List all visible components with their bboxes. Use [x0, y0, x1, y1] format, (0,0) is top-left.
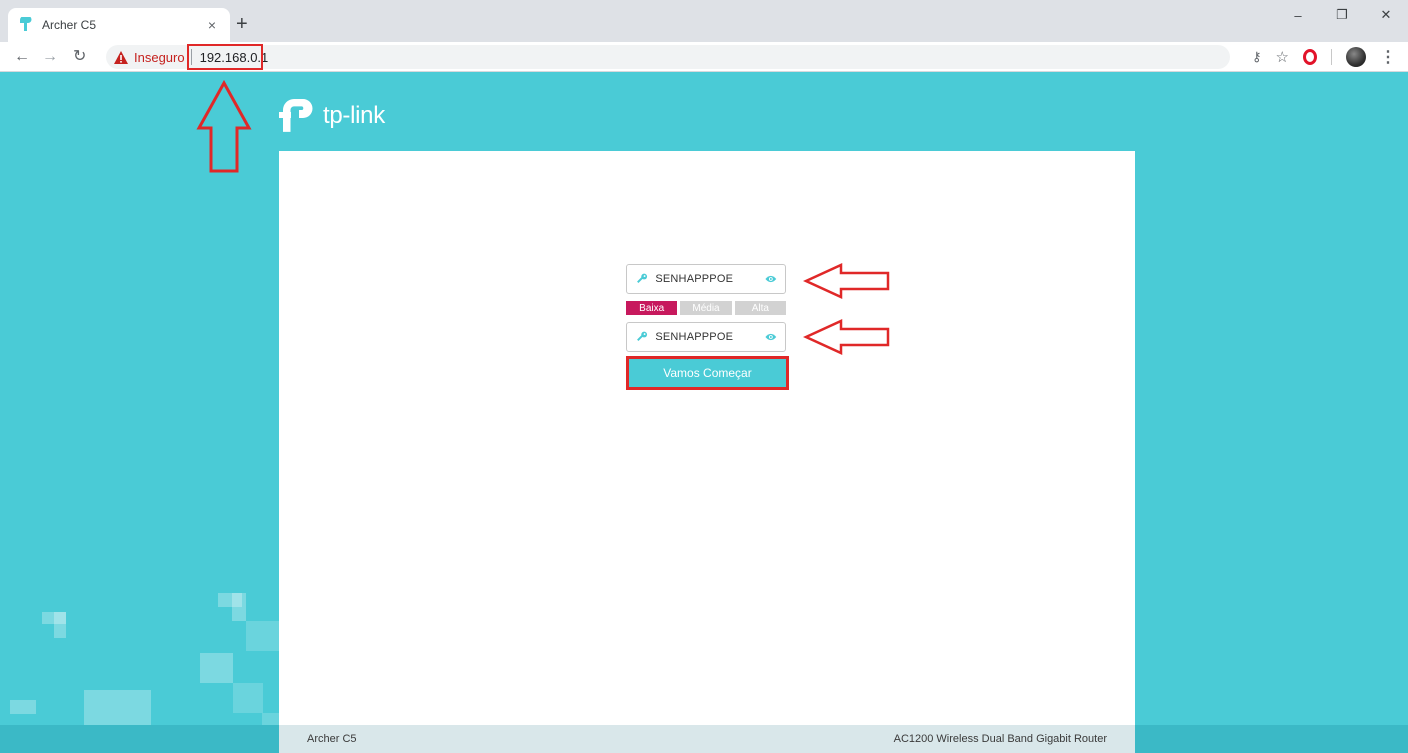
minimize-button[interactable]: –	[1276, 0, 1320, 30]
browser-tab[interactable]: Archer C5 ×	[8, 8, 230, 42]
left-arrow-annotation-icon	[803, 263, 890, 299]
page-footer: Archer C5 AC1200 Wireless Dual Band Giga…	[279, 725, 1135, 753]
key-icon	[637, 331, 648, 342]
tab-close-icon[interactable]: ×	[204, 17, 220, 33]
avatar[interactable]	[1346, 47, 1366, 67]
address-bar[interactable]: Inseguro 192.168.0.1	[106, 45, 1230, 69]
strength-low: Baixa	[626, 301, 678, 315]
new-tab-button[interactable]: +	[236, 14, 248, 34]
window-controls: – ❐ ✕	[1276, 0, 1408, 42]
toolbar-divider	[1331, 49, 1332, 65]
star-icon[interactable]: ☆	[1276, 48, 1289, 66]
reload-icon[interactable]: ↻	[73, 48, 86, 66]
url-highlight-box	[187, 44, 263, 70]
strength-medium: Média	[680, 301, 732, 315]
kebab-menu-icon[interactable]: ⋮	[1380, 47, 1396, 67]
deco-square	[233, 683, 263, 713]
password-strength-meter: Baixa Média Alta	[626, 301, 786, 315]
footer-model: Archer C5	[307, 733, 357, 745]
logo-text: tp-link	[323, 102, 385, 129]
tab-title: Archer C5	[42, 18, 97, 32]
key-icon[interactable]: ⚷	[1252, 49, 1262, 65]
opera-icon[interactable]	[1303, 49, 1317, 65]
browser-tab-bar: Archer C5 × + – ❐ ✕	[0, 0, 1408, 42]
forward-arrow-icon[interactable]: →	[42, 48, 58, 66]
left-arrow-annotation-icon	[803, 319, 890, 355]
warning-icon	[114, 50, 128, 64]
eye-icon[interactable]	[765, 274, 777, 284]
deco-square	[246, 621, 279, 651]
insecure-label[interactable]: Inseguro	[134, 50, 185, 65]
confirm-password-input[interactable]	[655, 331, 766, 343]
start-button[interactable]: Vamos Começar	[626, 356, 789, 390]
main-content-panel	[279, 151, 1135, 753]
key-icon	[637, 273, 648, 284]
eye-icon[interactable]	[765, 332, 777, 342]
tp-link-logo-icon	[279, 99, 313, 132]
tp-link-logo: tp-link	[279, 96, 385, 136]
deco-square	[10, 700, 36, 714]
deco-square	[54, 612, 66, 638]
close-window-button[interactable]: ✕	[1364, 0, 1408, 30]
footer-description: AC1200 Wireless Dual Band Gigabit Router	[893, 733, 1107, 745]
strength-high: Alta	[734, 301, 786, 315]
back-arrow-icon[interactable]: ←	[14, 48, 30, 66]
new-password-input[interactable]	[655, 273, 766, 285]
confirm-password-field[interactable]	[626, 322, 786, 352]
up-arrow-annotation-icon	[196, 80, 252, 173]
toolbar-right-icons: ⚷ ☆ ⋮	[1252, 46, 1396, 68]
deco-square	[200, 653, 233, 683]
restore-button[interactable]: ❐	[1320, 0, 1364, 30]
new-password-field[interactable]	[626, 264, 786, 294]
tp-link-favicon-icon	[20, 17, 32, 31]
deco-square	[232, 593, 246, 621]
